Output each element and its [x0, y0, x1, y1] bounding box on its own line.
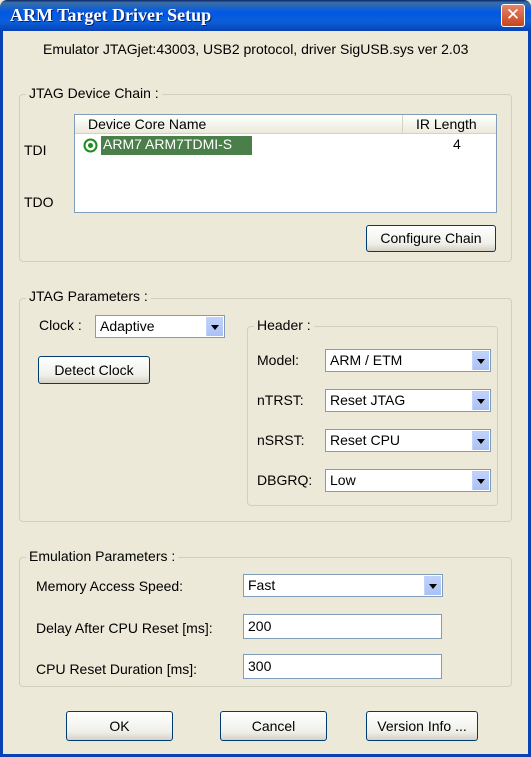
ntrst-select[interactable]: Reset JTAG [325, 389, 491, 412]
configure-chain-button[interactable]: Configure Chain [366, 225, 496, 252]
detect-clock-button[interactable]: Detect Clock [38, 356, 150, 384]
window-frame-left [0, 31, 3, 757]
emulator-info: Emulator JTAGjet:43003, USB2 protocol, d… [43, 41, 469, 57]
column-header-ir-length-label: IR Length [416, 116, 477, 132]
device-ir-length: 4 [453, 136, 461, 152]
close-icon: ✕ [505, 5, 521, 25]
version-info-button[interactable]: Version Info ... [366, 711, 478, 741]
memory-access-speed-select[interactable]: Fast [243, 574, 443, 597]
column-header-name[interactable]: Device Core Name [75, 115, 402, 134]
column-header-name-label: Device Core Name [88, 116, 207, 132]
tdi-label: TDI [24, 142, 47, 158]
reset-duration-label: CPU Reset Duration [ms]: [36, 661, 198, 677]
column-header-ir-length[interactable]: IR Length [402, 115, 496, 134]
window-title: ARM Target Driver Setup [10, 5, 212, 25]
close-button[interactable]: ✕ [501, 4, 525, 27]
device-chain-list[interactable]: Device Core Name IR Length ARM7 ARM7TDMI… [74, 114, 497, 213]
cancel-button[interactable]: Cancel [220, 711, 327, 741]
nsrst-value: Reset CPU [330, 432, 401, 448]
chevron-down-icon[interactable] [206, 317, 223, 336]
dbgrq-value: Low [330, 472, 356, 488]
header-legend: Header : [254, 317, 314, 333]
model-value: ARM / ETM [330, 352, 403, 368]
title-bar[interactable]: ARM Target Driver Setup ✕ [0, 0, 531, 31]
delay-after-reset-label: Delay After CPU Reset [ms]: [36, 620, 213, 636]
table-row[interactable]: ARM7 ARM7TDMI-S 4 [75, 135, 496, 156]
reset-duration-input[interactable]: 300 [243, 654, 442, 679]
chevron-down-icon[interactable] [472, 391, 489, 410]
memory-access-speed-label: Memory Access Speed: [36, 578, 184, 594]
device-chain-legend: JTAG Device Chain : [26, 85, 162, 101]
ntrst-value: Reset JTAG [330, 392, 406, 408]
model-label: Model: [257, 352, 300, 368]
model-select[interactable]: ARM / ETM [325, 349, 491, 372]
chevron-down-icon[interactable] [472, 471, 489, 490]
jtag-parameters-legend: JTAG Parameters : [26, 288, 151, 304]
ntrst-label: nTRST: [257, 392, 304, 408]
tdo-label: TDO [24, 194, 54, 210]
nsrst-select[interactable]: Reset CPU [325, 429, 491, 452]
delay-after-reset-input[interactable]: 200 [243, 614, 442, 639]
nsrst-label: nSRST: [257, 432, 305, 448]
clock-select[interactable]: Adaptive [95, 315, 225, 338]
memory-access-speed-value: Fast [248, 577, 276, 593]
clock-label: Clock : [39, 317, 82, 333]
emulation-parameters-legend: Emulation Parameters : [26, 548, 179, 564]
chevron-down-icon[interactable] [472, 351, 489, 370]
clock-value: Adaptive [100, 318, 155, 334]
dbgrq-select[interactable]: Low [325, 469, 491, 492]
ok-button[interactable]: OK [66, 711, 173, 741]
chevron-down-icon[interactable] [424, 576, 441, 595]
chevron-down-icon[interactable] [472, 431, 489, 450]
device-core-icon [83, 138, 98, 153]
dbgrq-label: DBGRQ: [257, 472, 313, 488]
device-core-name: ARM7 ARM7TDMI-S [103, 136, 233, 152]
